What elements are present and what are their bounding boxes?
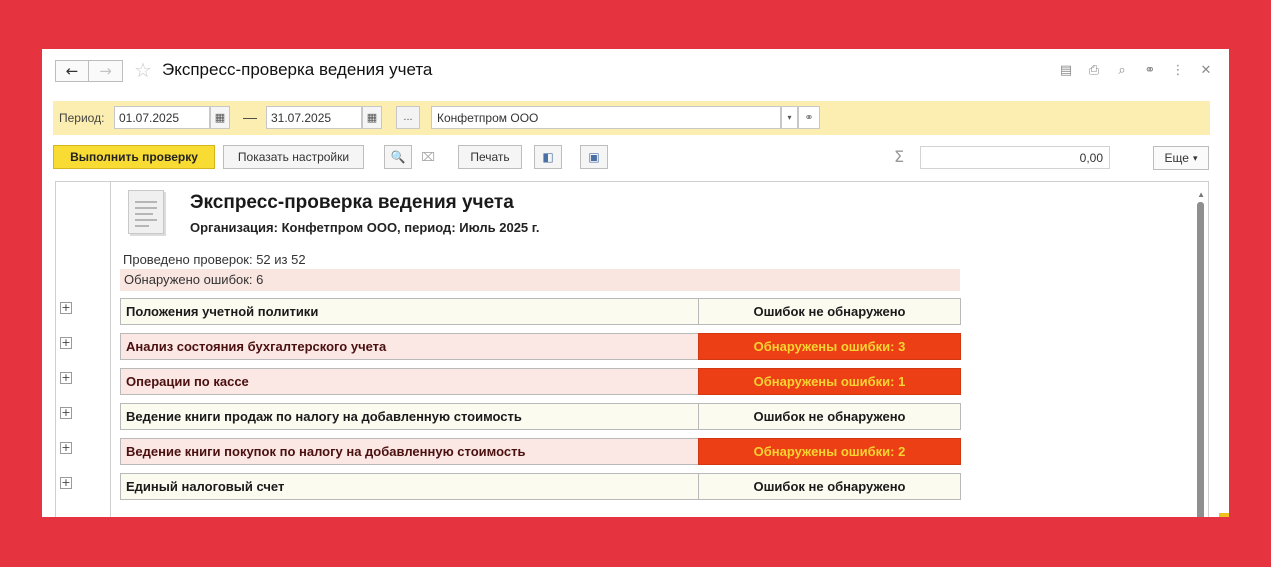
period-select-button[interactable]: ... (396, 106, 420, 129)
expand-icon[interactable]: + (60, 372, 72, 384)
result-row: + Анализ состояния бухгалтерского учета … (56, 333, 1056, 360)
expand-icon[interactable]: + (60, 442, 72, 454)
check-name[interactable]: Ведение книги продаж по налогу на добавл… (120, 403, 699, 430)
check-status[interactable]: Обнаружены ошибки: 1 (698, 368, 961, 395)
expand-icon[interactable]: + (60, 407, 72, 419)
save-icon[interactable]: ▣ (580, 145, 608, 169)
check-status[interactable]: Обнаружены ошибки: 3 (698, 333, 961, 360)
app-window: ← → ☆ Экспресс-проверка ведения учета ▤ … (42, 49, 1229, 517)
expand-icon[interactable]: + (60, 337, 72, 349)
more-icon[interactable]: ⋮ (1169, 61, 1187, 79)
window-title: Экспресс-проверка ведения учета (162, 60, 433, 79)
favorite-star-icon[interactable]: ☆ (134, 58, 152, 82)
open-organization-icon[interactable]: ⚭ (798, 106, 820, 129)
search-clear-icon[interactable]: ⌧ (414, 145, 442, 169)
arrow-left-icon: ← (65, 62, 79, 80)
date-to-input[interactable]: 31.07.2025 (266, 106, 362, 129)
period-dash: — (243, 109, 257, 125)
report-title: Экспресс-проверка ведения учета (190, 192, 514, 213)
search-icon[interactable]: 🔍 (384, 145, 412, 169)
check-name[interactable]: Единый налоговый счет (120, 473, 699, 500)
close-icon[interactable]: ✕ (1197, 61, 1215, 79)
chevron-down-icon: ▾ (1192, 152, 1198, 163)
period-label: Период: (59, 111, 105, 125)
errors-found: Обнаружено ошибок: 6 (120, 269, 960, 291)
check-status[interactable]: Ошибок не обнаружено (698, 403, 961, 430)
more-button-label: Еще (1164, 151, 1189, 165)
report-document-icon (128, 190, 164, 234)
check-status[interactable]: Ошибок не обнаружено (698, 298, 961, 325)
preview-button-icon[interactable]: ◧ (534, 145, 562, 169)
forward-button[interactable]: → (89, 60, 123, 82)
sum-field: 0,00 (920, 146, 1110, 169)
result-row: + Операции по кассе Обнаружены ошибки: 1 (56, 368, 1056, 395)
date-from-input[interactable]: 01.07.2025 (114, 106, 210, 129)
scrollbar-thumb[interactable] (1197, 202, 1204, 517)
expand-icon[interactable]: + (60, 477, 72, 489)
preview-icon[interactable]: ⌕ (1113, 61, 1131, 79)
resize-corner (1219, 513, 1229, 517)
show-settings-button[interactable]: Показать настройки (223, 145, 364, 169)
title-actions: ▤ ⎙ ⌕ ⚭ ⋮ ✕ (1057, 61, 1215, 79)
result-row: + Положения учетной политики Ошибок не о… (56, 298, 1056, 325)
check-name[interactable]: Операции по кассе (120, 368, 699, 395)
calendar-to-icon[interactable]: ▦ (362, 106, 382, 129)
arrow-right-icon: → (99, 62, 112, 80)
sigma-icon: Σ (894, 147, 905, 166)
result-row: + Ведение книги покупок по налогу на доб… (56, 438, 1056, 465)
navigation-group: ← → (55, 60, 123, 82)
check-name[interactable]: Положения учетной политики (120, 298, 699, 325)
calendar-from-icon[interactable]: ▦ (210, 106, 230, 129)
back-button[interactable]: ← (55, 60, 89, 82)
chevron-down-icon[interactable]: ▾ (781, 106, 798, 129)
check-status[interactable]: Ошибок не обнаружено (698, 473, 961, 500)
run-check-button[interactable]: Выполнить проверку (53, 145, 215, 169)
scrollbar[interactable]: ▲ (1192, 182, 1208, 517)
report-area[interactable]: ▲ Экспресс-проверка ведения учета Органи… (55, 181, 1209, 517)
organization-input[interactable]: Конфетпром ООО (431, 106, 781, 129)
result-row: + Ведение книги продаж по налогу на доба… (56, 403, 1056, 430)
scroll-up-icon[interactable]: ▲ (1197, 190, 1205, 199)
period-bar: Период: 01.07.2025 ▦ — 31.07.2025 ▦ ... … (53, 101, 1210, 135)
document-icon[interactable]: ▤ (1057, 61, 1075, 79)
report-subtitle: Организация: Конфетпром ООО, период: Июл… (190, 220, 540, 235)
check-status[interactable]: Обнаружены ошибки: 2 (698, 438, 961, 465)
print-button[interactable]: Печать (458, 145, 522, 169)
checks-done: Проведено проверок: 52 из 52 (123, 252, 306, 267)
result-row: + Единый налоговый счет Ошибок не обнару… (56, 473, 1056, 500)
print-icon[interactable]: ⎙ (1085, 61, 1103, 79)
check-name[interactable]: Ведение книги покупок по налогу на добав… (120, 438, 699, 465)
more-button[interactable]: Еще ▾ (1153, 146, 1209, 170)
link-icon[interactable]: ⚭ (1141, 61, 1159, 79)
check-name[interactable]: Анализ состояния бухгалтерского учета (120, 333, 699, 360)
expand-icon[interactable]: + (60, 302, 72, 314)
